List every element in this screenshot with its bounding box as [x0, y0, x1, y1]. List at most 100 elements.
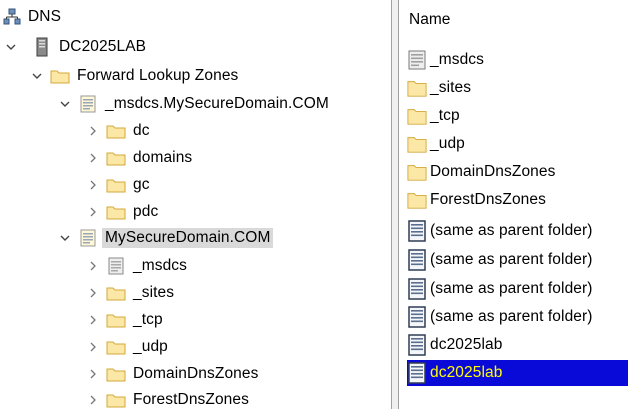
list-item-label: _tcp	[430, 107, 460, 124]
tree-item-label: ForestDnsZones	[133, 391, 249, 408]
tree-item-sites[interactable]: _sites	[86, 281, 174, 305]
record-icon	[407, 249, 427, 271]
list-item-label: _udp	[430, 135, 465, 152]
tree-item-udp[interactable]: _udp	[86, 335, 168, 359]
chevron-right-icon[interactable]	[86, 313, 100, 327]
list-item[interactable]: _udp	[407, 131, 628, 157]
chevron-right-icon[interactable]	[86, 151, 100, 165]
list-item[interactable]: (same as parent folder)	[407, 304, 628, 330]
record-icon	[407, 306, 427, 328]
chevron-down-icon[interactable]	[58, 231, 72, 245]
tree-item-label: DC2025LAB	[59, 38, 147, 55]
tree-item-domains[interactable]: domains	[86, 146, 192, 170]
folder-icon	[106, 203, 126, 221]
tree-item-zone-mysecuredomain[interactable]: MySecureDomain.COM	[58, 226, 274, 250]
delegated-zone-icon	[407, 50, 427, 70]
list-item-label: _msdcs	[430, 51, 485, 68]
list-item[interactable]: _sites	[407, 75, 628, 101]
folder-icon	[106, 149, 126, 167]
details-list[interactable]: Name _msdcs _sites _tcp _udp DomainDnsZo…	[399, 0, 628, 409]
folder-icon	[407, 107, 427, 125]
record-icon	[407, 362, 427, 384]
tree-item-label: DomainDnsZones	[133, 365, 259, 382]
list-item-label: DomainDnsZones	[430, 163, 556, 180]
folder-icon	[50, 67, 70, 85]
list-item-label: dc2025lab	[430, 364, 503, 381]
pane-splitter[interactable]	[391, 0, 399, 409]
chevron-right-icon[interactable]	[86, 393, 100, 407]
list-item[interactable]: (same as parent folder)	[407, 218, 628, 244]
chevron-right-icon[interactable]	[86, 178, 100, 192]
tree-item-dns[interactable]: DNS	[2, 5, 61, 29]
tree-item-label: _msdcs	[133, 257, 188, 274]
tree-item-dc[interactable]: dc	[86, 119, 150, 143]
list-item-label: ForestDnsZones	[430, 191, 546, 208]
list-item-label: (same as parent folder)	[430, 280, 593, 297]
chevron-right-icon[interactable]	[86, 367, 100, 381]
tree-item-label: _msdcs.MySecureDomain.COM	[105, 95, 329, 112]
chevron-down-icon[interactable]	[58, 97, 72, 111]
tree-item-label: _sites	[133, 284, 175, 301]
list-item[interactable]: dc2025lab	[407, 332, 628, 358]
folder-icon	[407, 79, 427, 97]
folder-icon	[407, 163, 427, 181]
list-item-selected[interactable]: dc2025lab	[407, 360, 628, 386]
chevron-down-icon[interactable]	[30, 69, 44, 83]
zone-icon	[78, 229, 98, 247]
list-item[interactable]: DomainDnsZones	[407, 159, 628, 185]
folder-icon	[106, 284, 126, 302]
column-header-name[interactable]: Name	[399, 0, 628, 40]
list-item-label: _sites	[430, 79, 472, 96]
tree-item-label: MySecureDomain.COM	[102, 228, 274, 248]
chevron-right-icon[interactable]	[86, 340, 100, 354]
record-icon	[407, 220, 427, 242]
chevron-right-icon[interactable]	[86, 259, 100, 273]
list-item[interactable]: (same as parent folder)	[407, 276, 628, 302]
folder-icon	[407, 191, 427, 209]
console-tree[interactable]: DNS DC2025LAB Forward Lookup Zones _msdc…	[0, 0, 391, 409]
list-item-label: (same as parent folder)	[430, 308, 593, 325]
list-item-label: (same as parent folder)	[430, 222, 593, 239]
chevron-right-icon[interactable]	[86, 205, 100, 219]
folder-icon	[106, 391, 126, 409]
list-item-label: dc2025lab	[430, 336, 503, 353]
record-icon	[407, 278, 427, 300]
tree-item-msdcs[interactable]: _msdcs	[86, 254, 187, 278]
tree-item-label: _tcp	[133, 311, 163, 328]
tree-item-label: domains	[133, 149, 193, 166]
tree-item-label: gc	[133, 176, 150, 193]
folder-icon	[106, 365, 126, 383]
dns-icon	[2, 8, 22, 26]
tree-item-label: pdc	[133, 203, 159, 220]
list-item[interactable]: _msdcs	[407, 47, 628, 73]
list-item[interactable]: (same as parent folder)	[407, 247, 628, 273]
list-item[interactable]: ForestDnsZones	[407, 187, 628, 213]
folder-icon	[407, 135, 427, 153]
list-item-label: (same as parent folder)	[430, 251, 593, 268]
folder-icon	[106, 311, 126, 329]
tree-item-gc[interactable]: gc	[86, 173, 150, 197]
tree-item-label: Forward Lookup Zones	[77, 67, 239, 84]
chevron-down-icon[interactable]	[4, 40, 18, 54]
folder-icon	[106, 122, 126, 140]
tree-item-forestdnszones[interactable]: ForestDnsZones	[86, 388, 249, 409]
delegated-zone-icon	[106, 257, 126, 275]
zone-icon	[78, 95, 98, 113]
record-icon	[407, 334, 427, 356]
tree-item-server[interactable]: DC2025LAB	[4, 35, 146, 59]
chevron-right-icon[interactable]	[86, 124, 100, 138]
tree-item-label: dc	[133, 122, 150, 139]
tree-item-tcp[interactable]: _tcp	[86, 308, 163, 332]
tree-item-label: _udp	[133, 338, 168, 355]
folder-icon	[106, 338, 126, 356]
chevron-right-icon[interactable]	[86, 286, 100, 300]
tree-item-domaindnszones[interactable]: DomainDnsZones	[86, 362, 258, 386]
tree-item-forward-lookup-zones[interactable]: Forward Lookup Zones	[30, 64, 238, 88]
tree-item-label: DNS	[28, 8, 62, 25]
tree-item-zone-msdcs[interactable]: _msdcs.MySecureDomain.COM	[58, 92, 329, 116]
tree-item-pdc[interactable]: pdc	[86, 200, 158, 224]
server-icon	[32, 37, 52, 57]
folder-icon	[106, 176, 126, 194]
column-header-label: Name	[409, 11, 451, 28]
list-item[interactable]: _tcp	[407, 103, 628, 129]
